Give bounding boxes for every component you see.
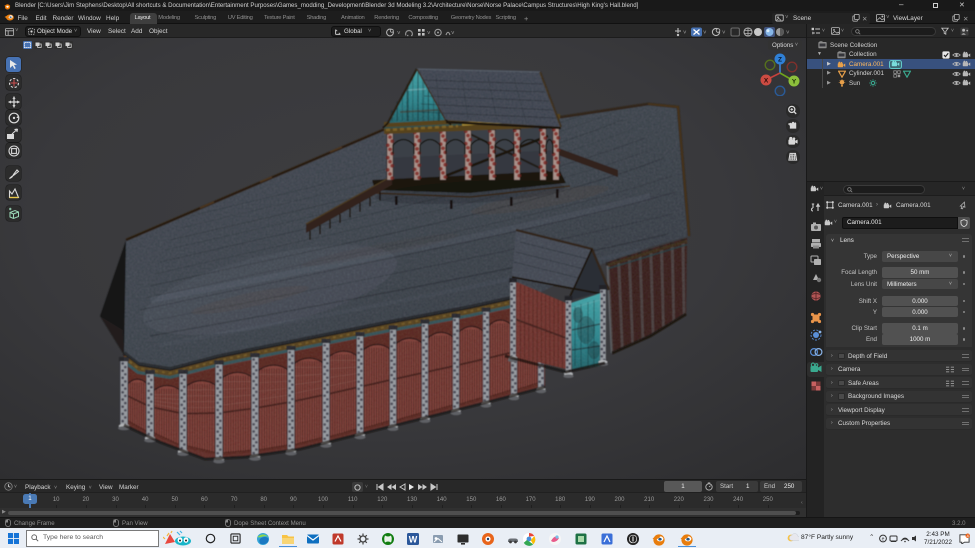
- svg-text:˅: ˅: [427, 31, 431, 37]
- svg-text:˅: ˅: [722, 31, 726, 37]
- svg-text:X: X: [764, 78, 769, 85]
- svg-text:˅: ˅: [451, 31, 455, 37]
- svg-text:Ⓘ: Ⓘ: [629, 534, 637, 544]
- svg-text:Y: Y: [792, 79, 797, 86]
- svg-text:˅: ˅: [683, 31, 687, 37]
- svg-text:˅: ˅: [703, 31, 707, 37]
- svg-text:Z: Z: [778, 57, 782, 64]
- svg-text:e: e: [882, 536, 885, 542]
- svg-text:W: W: [409, 534, 418, 544]
- svg-text:˅: ˅: [397, 31, 401, 37]
- svg-text:˅: ˅: [786, 31, 790, 37]
